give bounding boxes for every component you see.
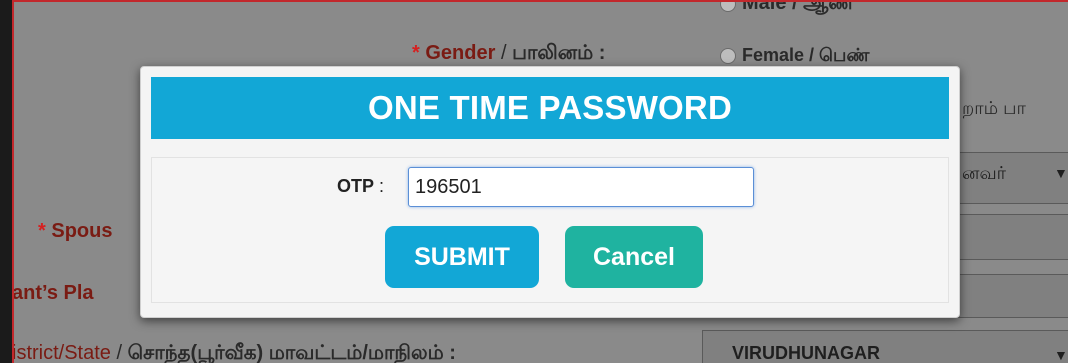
dialog-title: ONE TIME PASSWORD (368, 89, 732, 126)
otp-input[interactable] (408, 167, 754, 207)
cancel-button[interactable]: Cancel (565, 226, 703, 288)
dialog-body: OTP : SUBMIT Cancel (151, 157, 949, 303)
dialog-header: ONE TIME PASSWORD (151, 77, 949, 139)
otp-dialog: ONE TIME PASSWORD OTP : SUBMIT Cancel (140, 66, 960, 318)
submit-button[interactable]: SUBMIT (385, 226, 539, 288)
otp-label: OTP : (337, 176, 385, 196)
